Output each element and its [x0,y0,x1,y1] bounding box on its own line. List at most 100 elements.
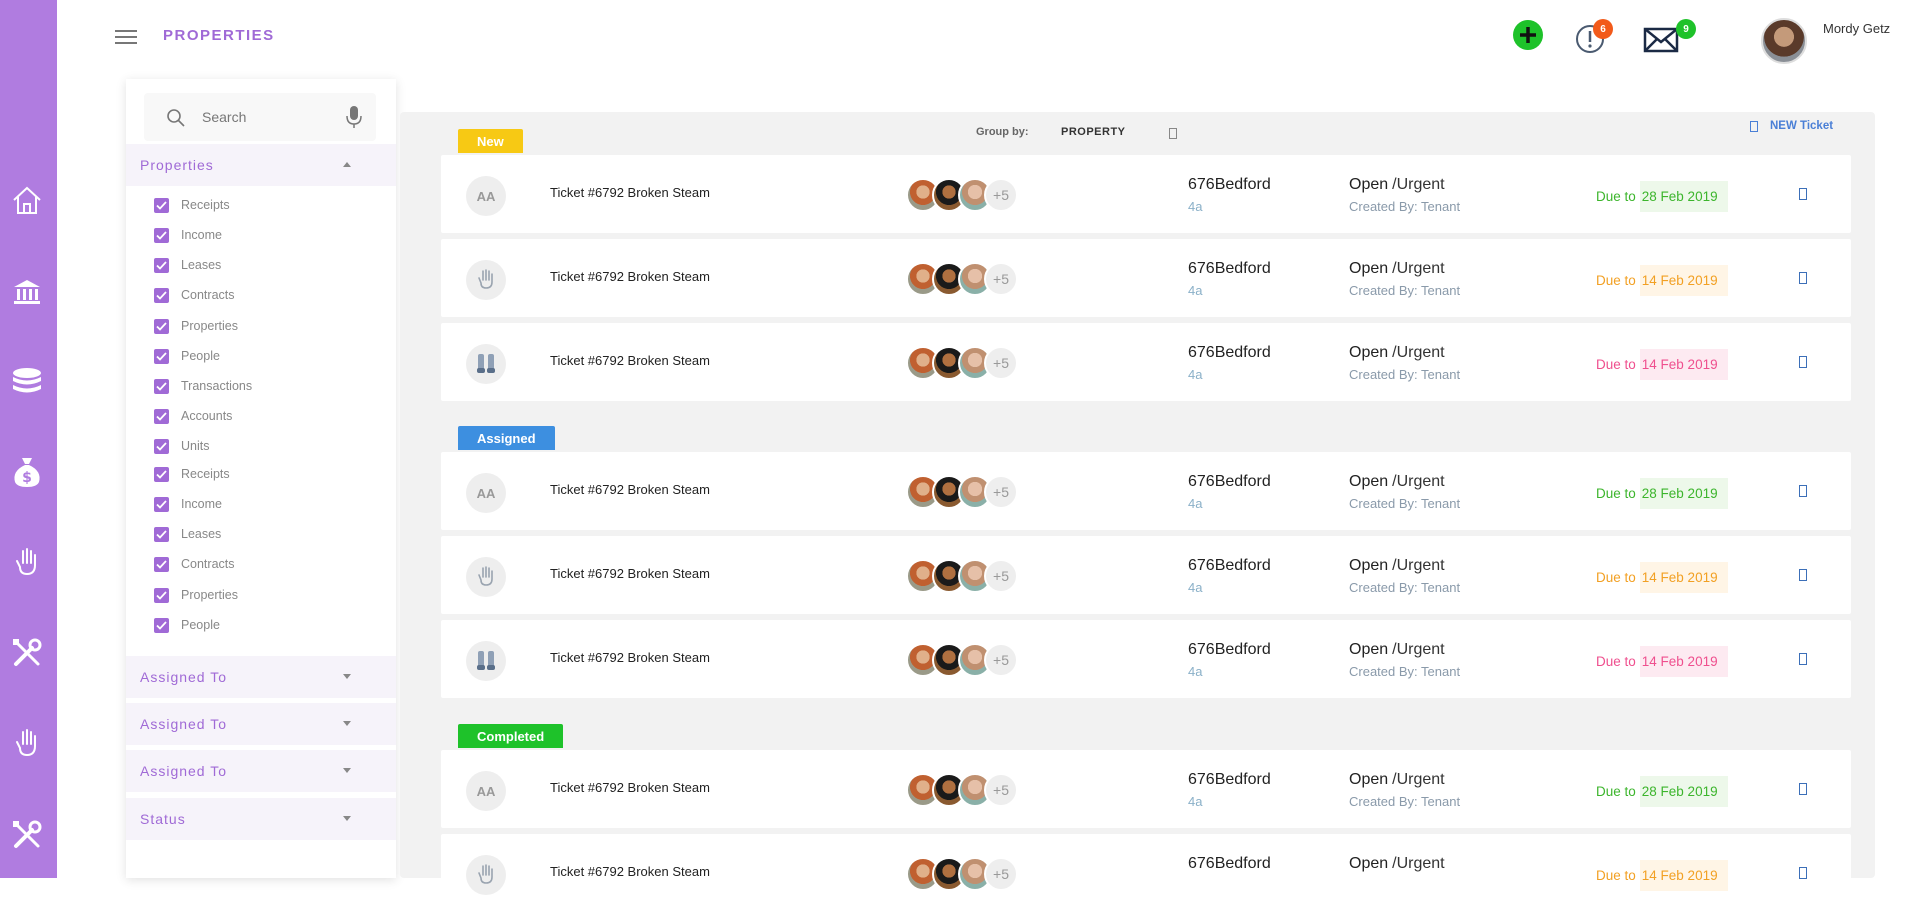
group-by-dropdown-icon[interactable] [1169,128,1177,139]
search-input[interactable] [202,105,332,129]
row-menu-icon[interactable] [1799,272,1807,284]
properties-section-toggle[interactable]: Properties [126,144,396,186]
ticket-row[interactable]: Ticket #6792 Broken Steam +5 676Bedford … [441,834,1851,912]
ticket-row[interactable]: AA Ticket #6792 Broken Steam +5 676Bedfo… [441,452,1851,530]
tools-icon[interactable] [8,816,46,854]
checkbox-item[interactable]: Leases [154,255,221,275]
due-date-badge: Due to 14 Feb 2019 [1596,347,1740,381]
checkbox-checked-icon[interactable] [154,227,169,243]
row-menu-icon[interactable] [1799,356,1807,368]
menu-icon[interactable] [115,30,137,44]
more-assignees-count[interactable]: +5 [984,773,1018,807]
checkbox-item[interactable]: Properties [154,585,238,605]
checkbox-checked-icon[interactable] [154,496,169,512]
checkbox-checked-icon[interactable] [154,348,169,364]
checkbox-checked-icon[interactable] [154,287,169,303]
row-menu-icon[interactable] [1799,188,1807,200]
coins-icon[interactable] [8,362,46,400]
ticket-row[interactable]: AA Ticket #6792 Broken Steam +5 676Bedfo… [441,155,1851,233]
checkbox-checked-icon[interactable] [154,526,169,542]
more-assignees-count[interactable]: +5 [984,346,1018,380]
chevron-down-icon [343,674,351,679]
user-avatar[interactable] [1761,18,1807,64]
checkbox-item[interactable]: Receipts [154,464,230,484]
row-menu-icon[interactable] [1799,867,1807,879]
checkbox-item[interactable]: Leases [154,524,221,544]
ticket-title[interactable]: Ticket #6792 Broken Steam [550,864,710,879]
ticket-status: Open/Urgent [1349,855,1445,873]
ticket-type-icon [466,557,506,597]
checkbox-item[interactable]: People [154,615,220,635]
checkbox-item[interactable]: Contracts [154,285,235,305]
more-assignees-count[interactable]: +5 [984,262,1018,296]
ticket-title[interactable]: Ticket #6792 Broken Steam [550,566,710,581]
add-button[interactable] [1512,19,1544,56]
checkbox-item[interactable]: Transactions [154,376,252,396]
ticket-row[interactable]: Ticket #6792 Broken Steam +5 676Bedford … [441,239,1851,317]
tools-icon[interactable] [8,634,46,672]
checkbox-item[interactable]: Units [154,436,209,456]
new-ticket-button[interactable]: NEW Ticket [1750,120,1833,132]
bank-icon[interactable] [8,273,46,311]
ticket-title[interactable]: Ticket #6792 Broken Steam [550,353,710,368]
hand-wrench-icon[interactable] [8,543,46,581]
checkbox-checked-icon[interactable] [154,466,169,482]
checkbox-item[interactable]: Income [154,494,222,514]
group-by-label: Group by: [976,126,1029,138]
checkbox-checked-icon[interactable] [154,617,169,633]
ticket-title[interactable]: Ticket #6792 Broken Steam [550,482,710,497]
hand-wrench-icon[interactable] [8,724,46,762]
checkbox-checked-icon[interactable] [154,257,169,273]
checkbox-checked-icon[interactable] [154,408,169,424]
assigned-to-section-toggle[interactable]: Assigned To [126,750,396,792]
checkbox-label: Properties [181,588,238,602]
ticket-title[interactable]: Ticket #6792 Broken Steam [550,269,710,284]
property-unit: 4a [1188,496,1203,511]
ticket-title[interactable]: Ticket #6792 Broken Steam [550,780,710,795]
due-date-badge: Due to 14 Feb 2019 [1596,560,1740,594]
group-by-value[interactable]: PROPERTY [1061,126,1126,138]
ticket-row[interactable]: Ticket #6792 Broken Steam +5 676Bedford … [441,620,1851,698]
row-menu-icon[interactable] [1799,485,1807,497]
checkbox-item[interactable]: People [154,346,220,366]
assigned-to-section-toggle[interactable]: Assigned To [126,703,396,745]
due-prefix: Due to [1596,867,1636,883]
home-icon[interactable] [8,181,46,219]
assigned-to-section-toggle[interactable]: Assigned To [126,656,396,698]
mail-icon[interactable] [1643,27,1679,58]
ticket-title[interactable]: Ticket #6792 Broken Steam [550,650,710,665]
created-by: Created By: Tenant [1349,664,1461,679]
more-assignees-count[interactable]: +5 [984,643,1018,677]
checkbox-item[interactable]: Receipts [154,195,230,215]
due-date-badge: Due to 28 Feb 2019 [1596,179,1740,213]
row-menu-icon[interactable] [1799,653,1807,665]
status-section-toggle[interactable]: Status [126,798,396,840]
money-bag-icon[interactable]: $ [8,453,46,491]
ticket-row[interactable]: Ticket #6792 Broken Steam +5 676Bedford … [441,536,1851,614]
checkbox-checked-icon[interactable] [154,587,169,603]
more-assignees-count[interactable]: +5 [984,559,1018,593]
checkbox-checked-icon[interactable] [154,378,169,394]
checkbox-checked-icon[interactable] [154,438,169,454]
row-menu-icon[interactable] [1799,569,1807,581]
ticket-row[interactable]: AA Ticket #6792 Broken Steam +5 676Bedfo… [441,750,1851,828]
checkbox-checked-icon[interactable] [154,197,169,213]
ticket-status: Open/Urgent [1349,260,1445,278]
more-assignees-count[interactable]: +5 [984,857,1018,891]
checkbox-checked-icon[interactable] [154,318,169,334]
checkbox-item[interactable]: Contracts [154,554,235,574]
due-date: 14 Feb 2019 [1639,561,1728,593]
row-menu-icon[interactable] [1799,783,1807,795]
more-assignees-count[interactable]: +5 [984,475,1018,509]
due-prefix: Due to [1596,485,1636,501]
status-value: Open [1349,176,1389,193]
checkbox-item[interactable]: Income [154,225,222,245]
checkbox-item[interactable]: Properties [154,316,238,336]
more-assignees-count[interactable]: +5 [984,178,1018,212]
checkbox-checked-icon[interactable] [154,556,169,572]
user-name[interactable]: Mordy Getz [1823,21,1890,36]
ticket-row[interactable]: Ticket #6792 Broken Steam +5 676Bedford … [441,323,1851,401]
ticket-title[interactable]: Ticket #6792 Broken Steam [550,185,710,200]
microphone-icon[interactable] [346,105,362,134]
checkbox-item[interactable]: Accounts [154,406,232,426]
